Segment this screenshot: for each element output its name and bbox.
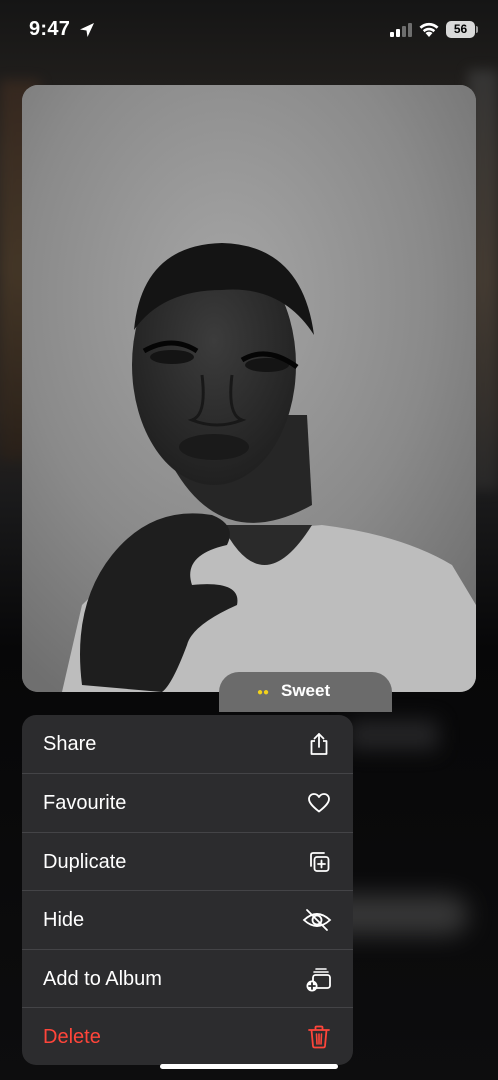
menu-item-label: Share bbox=[43, 732, 97, 755]
portrait-image bbox=[22, 85, 476, 692]
battery-level: 56 bbox=[446, 21, 475, 38]
menu-item-label: Delete bbox=[43, 1025, 101, 1048]
menu-item-add-to-album[interactable]: Add to Album bbox=[22, 950, 353, 1008]
add-to-album-icon bbox=[306, 968, 331, 992]
home-indicator[interactable] bbox=[160, 1064, 338, 1069]
sticker-label: Sweet bbox=[281, 681, 331, 700]
menu-item-label: Hide bbox=[43, 908, 85, 931]
eye-slash-icon bbox=[302, 909, 332, 931]
status-bar: 9:47 56 bbox=[0, 0, 498, 60]
menu-item-delete[interactable]: Delete bbox=[22, 1008, 353, 1065]
duplicate-icon bbox=[310, 852, 330, 872]
battery-indicator: 56 bbox=[446, 21, 478, 38]
wifi-icon bbox=[419, 22, 439, 37]
location-arrow-icon bbox=[80, 23, 94, 37]
photo-preview[interactable] bbox=[22, 85, 476, 692]
cellular-signal-icon bbox=[390, 23, 412, 37]
trash-icon bbox=[308, 1025, 330, 1049]
sticker-badge: ●● Sweet bbox=[219, 672, 392, 712]
sticker-icon: ●● bbox=[257, 687, 270, 698]
menu-item-share[interactable]: Share bbox=[22, 715, 353, 773]
heart-icon bbox=[308, 793, 330, 813]
menu-item-label: Add to Album bbox=[43, 967, 162, 990]
menu-item-label: Duplicate bbox=[43, 850, 127, 873]
share-icon bbox=[310, 733, 328, 755]
context-menu: Share Favourite Duplicate Hide Add to Al… bbox=[22, 715, 353, 1065]
menu-item-duplicate[interactable]: Duplicate bbox=[22, 833, 353, 891]
menu-item-favourite[interactable]: Favourite bbox=[22, 774, 353, 832]
status-time: 9:47 bbox=[29, 18, 71, 40]
menu-item-label: Favourite bbox=[43, 791, 127, 814]
menu-item-hide[interactable]: Hide bbox=[22, 891, 353, 949]
